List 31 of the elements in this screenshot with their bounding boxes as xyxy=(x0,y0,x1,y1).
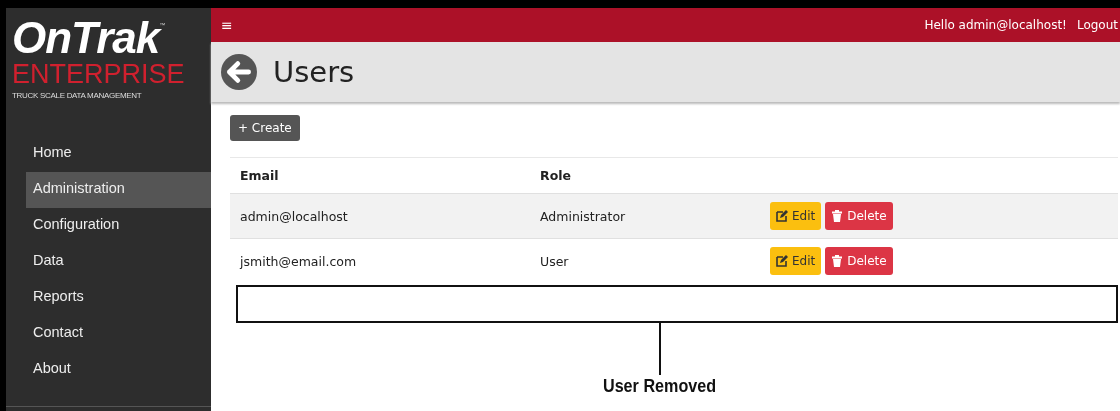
trash-icon xyxy=(831,255,844,267)
delete-button[interactable]: Delete xyxy=(825,202,893,230)
edit-button[interactable]: Edit xyxy=(770,202,822,230)
logo-wordmark: OnTrak xyxy=(12,16,160,60)
column-header: Role xyxy=(530,157,760,194)
nav-item[interactable]: Data xyxy=(26,244,211,280)
table-cell: User xyxy=(530,238,760,283)
edit-icon xyxy=(776,255,788,267)
logo-tagline: TRUCK SCALE DATA MANAGEMENT xyxy=(12,91,143,100)
trash-icon xyxy=(831,210,844,222)
table-cell: admin@localhost xyxy=(230,193,530,239)
logout-link[interactable]: Logout xyxy=(1076,18,1118,32)
delete-button[interactable]: Delete xyxy=(825,247,893,275)
menu-icon[interactable]: ≡ xyxy=(221,17,233,33)
nav-item[interactable]: Configuration xyxy=(26,208,211,244)
page-title: Users xyxy=(273,55,355,89)
annotation-label: User Removed xyxy=(603,376,717,396)
greeting-text: Hello admin@localhost! xyxy=(924,18,1067,32)
nav-item[interactable]: About xyxy=(26,352,211,388)
create-button[interactable]: + Create xyxy=(230,115,300,141)
nav-item[interactable]: Reports xyxy=(26,280,211,316)
leader-line xyxy=(659,323,661,375)
column-header: Email xyxy=(230,157,530,194)
nav-item[interactable]: Administration xyxy=(26,172,211,208)
edit-icon xyxy=(776,210,788,222)
nav-item[interactable]: Home xyxy=(26,136,211,172)
table-cell: jsmith@email.com xyxy=(230,238,530,283)
edit-button[interactable]: Edit xyxy=(770,247,822,275)
nav-item[interactable]: Contact xyxy=(26,316,211,352)
table-cell: Administrator xyxy=(530,193,760,239)
logo-subtitle: ENTERPRISE xyxy=(12,60,186,88)
